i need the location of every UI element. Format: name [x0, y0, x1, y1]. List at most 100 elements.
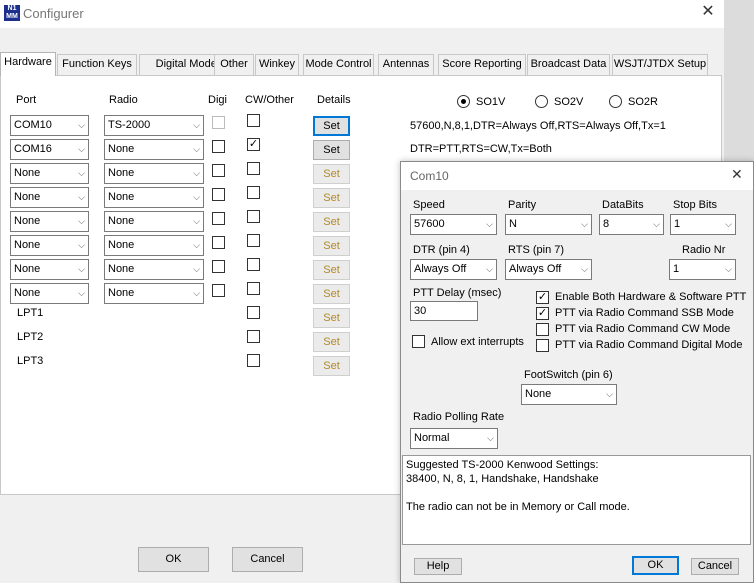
digi-checkbox[interactable] — [212, 140, 225, 153]
tab-antennas[interactable]: Antennas — [378, 54, 434, 75]
tab-other[interactable]: Other — [214, 54, 254, 75]
so-radio-so2v[interactable] — [535, 95, 548, 108]
cw-other-checkbox[interactable] — [247, 162, 260, 175]
port-select[interactable]: None ⌵ — [10, 163, 89, 184]
set-button[interactable]: Set — [313, 140, 350, 160]
chevron-down-icon: ⌵ — [78, 240, 85, 250]
set-button[interactable]: Set — [313, 116, 350, 136]
so-radio-so1v[interactable] — [457, 95, 470, 108]
port-select[interactable]: None ⌵ — [10, 259, 89, 280]
footswitch-select-value: None — [525, 388, 552, 400]
ptt-delay-label: PTT Delay (msec) — [413, 287, 502, 299]
dialog-close-icon[interactable]: ✕ — [731, 166, 743, 183]
ok-button[interactable]: OK — [138, 547, 209, 572]
ptt-option-label: PTT via Radio Command SSB Mode — [555, 307, 734, 319]
cw-other-checkbox[interactable] — [247, 282, 260, 295]
radio-select[interactable]: None ⌵ — [104, 163, 204, 184]
lpt-checkbox[interactable] — [247, 306, 260, 319]
cw-other-checkbox[interactable] — [247, 114, 260, 127]
lpt-checkbox[interactable] — [247, 330, 260, 343]
dtr-select[interactable]: Always Off ⌵ — [410, 259, 497, 280]
tab-broadcast-data[interactable]: Broadcast Data — [527, 54, 610, 75]
tab-wsjt-jtdx-setup[interactable]: WSJT/JTDX Setup — [612, 54, 708, 75]
footswitch-select[interactable]: None ⌵ — [521, 384, 617, 405]
lpt-set-button[interactable]: Set — [313, 308, 350, 328]
port-select-value: None — [14, 239, 41, 251]
digi-checkbox[interactable] — [212, 260, 225, 273]
chevron-down-icon: ⌵ — [78, 264, 85, 274]
lpt-checkbox[interactable] — [247, 354, 260, 367]
lpt-set-button[interactable]: Set — [313, 332, 350, 352]
radio-select-value: None — [108, 287, 135, 299]
parity-select[interactable]: N ⌵ — [505, 214, 592, 235]
port-select[interactable]: None ⌵ — [10, 187, 89, 208]
ptt-option-checkbox[interactable]: ✓ — [536, 291, 549, 304]
ptt-option-checkbox[interactable] — [536, 339, 549, 352]
radio-select[interactable]: None ⌵ — [104, 139, 204, 160]
chevron-down-icon: ⌵ — [78, 192, 85, 202]
digi-checkbox[interactable] — [212, 284, 225, 297]
port-select[interactable]: None ⌵ — [10, 211, 89, 232]
dialog-ok-button[interactable]: OK — [632, 556, 679, 575]
tab-function-keys[interactable]: Function Keys — [57, 54, 137, 75]
radio-nr-select-value: 1 — [673, 263, 680, 275]
tab-hardware[interactable]: Hardware — [0, 52, 56, 76]
set-button[interactable]: Set — [313, 284, 350, 304]
rts-select[interactable]: Always Off ⌵ — [505, 259, 592, 280]
lpt-set-button[interactable]: Set — [313, 356, 350, 376]
chevron-down-icon: ⌵ — [78, 288, 85, 298]
port-select[interactable]: None ⌵ — [10, 283, 89, 304]
cw-other-checkbox[interactable] — [247, 210, 260, 223]
speed-label: Speed — [413, 199, 445, 211]
cw-other-checkbox[interactable] — [247, 258, 260, 271]
so-radio-so2r[interactable] — [609, 95, 622, 108]
radio-select[interactable]: None ⌵ — [104, 235, 204, 256]
parity-label: Parity — [508, 199, 537, 211]
polling-rate-select-value: Normal — [414, 432, 450, 444]
chevron-down-icon: ⌵ — [193, 168, 200, 178]
polling-rate-select[interactable]: Normal ⌵ — [410, 428, 498, 449]
digi-checkbox[interactable] — [212, 236, 225, 249]
cancel-button[interactable]: Cancel — [232, 547, 303, 572]
dialog-cancel-button[interactable]: Cancel — [691, 558, 739, 575]
ptt-option-checkbox[interactable] — [536, 323, 549, 336]
chevron-down-icon: ⌵ — [193, 288, 200, 298]
set-button[interactable]: Set — [313, 188, 350, 208]
set-button[interactable]: Set — [313, 212, 350, 232]
allow-ext-interrupts-checkbox[interactable] — [412, 335, 425, 348]
cw-other-checkbox[interactable] — [247, 234, 260, 247]
radio-select[interactable]: None ⌵ — [104, 211, 204, 232]
tab-winkey[interactable]: Winkey — [255, 54, 299, 75]
ptt-option-checkbox[interactable]: ✓ — [536, 307, 549, 320]
cw-other-checkbox[interactable] — [247, 186, 260, 199]
cw-other-checkbox[interactable]: ✓ — [247, 138, 260, 151]
close-icon[interactable]: ✕ — [698, 2, 718, 22]
ptt-delay-input[interactable]: 30 — [410, 301, 478, 321]
set-button[interactable]: Set — [313, 236, 350, 256]
set-button[interactable]: Set — [313, 260, 350, 280]
tab-mode-control[interactable]: Mode Control — [303, 54, 374, 75]
chevron-down-icon: ⌵ — [78, 216, 85, 226]
radio-select-value: None — [108, 191, 135, 203]
port-select[interactable]: COM16 ⌵ — [10, 139, 89, 160]
tab-score-reporting[interactable]: Score Reporting — [438, 54, 526, 75]
port-select-value: None — [14, 287, 41, 299]
set-button[interactable]: Set — [313, 164, 350, 184]
radio-select[interactable]: TS-2000 ⌵ — [104, 115, 204, 136]
stopbits-select[interactable]: 1 ⌵ — [670, 214, 736, 235]
digi-checkbox[interactable] — [212, 188, 225, 201]
chevron-down-icon: ⌵ — [606, 389, 613, 399]
databits-select[interactable]: 8 ⌵ — [599, 214, 664, 235]
radio-select[interactable]: None ⌵ — [104, 187, 204, 208]
radio-select[interactable]: None ⌵ — [104, 283, 204, 304]
digi-checkbox[interactable] — [212, 164, 225, 177]
radio-nr-select[interactable]: 1 ⌵ — [669, 259, 736, 280]
help-button[interactable]: Help — [414, 558, 462, 575]
port-select[interactable]: None ⌵ — [10, 235, 89, 256]
digi-checkbox[interactable] — [212, 212, 225, 225]
port-select-value: None — [14, 167, 41, 179]
port-select[interactable]: COM10 ⌵ — [10, 115, 89, 136]
digi-checkbox[interactable] — [212, 116, 225, 129]
speed-select[interactable]: 57600 ⌵ — [410, 214, 497, 235]
radio-select[interactable]: None ⌵ — [104, 259, 204, 280]
